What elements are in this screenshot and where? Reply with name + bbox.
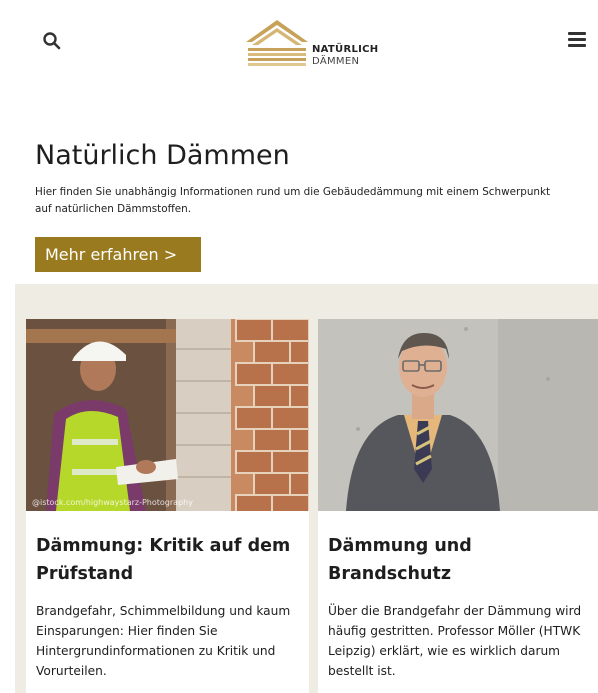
card-description: Brandgefahr, Schimmelbildung und kaum Ei… (36, 604, 291, 678)
card-description: Über die Brandgefahr der Dämmung wird hä… (328, 604, 582, 678)
card-title[interactable]: Dämmung: Kritik auf dem Prüfstand (36, 532, 294, 588)
logo-text-daemmen: DÄMMEN (312, 56, 360, 67)
site-header: NATÜRLICH DÄMMEN (15, 12, 598, 82)
logo-roof-icon (246, 20, 308, 66)
learn-more-button[interactable]: Mehr erfahren > (35, 237, 201, 272)
page-title: Natürlich Dämmen (35, 140, 290, 171)
hero-section: Natürlich Dämmen Hier finden Sie unabhän… (35, 138, 575, 218)
site-logo[interactable]: NATÜRLICH DÄMMEN (244, 18, 404, 72)
card-title[interactable]: Dämmung und Brandschutz (328, 532, 586, 588)
hamburger-menu-icon[interactable] (565, 28, 589, 50)
card-image-worker[interactable]: @istock.com/highwaystarz-Photography (26, 319, 309, 511)
hero-description: Hier finden Sie unabhängig Informationen… (35, 186, 551, 215)
logo-text-natuerlich: NATÜRLICH (312, 44, 379, 55)
page-frame: NATÜRLICH DÄMMEN Natürlich Dämmen Hier f… (15, 12, 598, 693)
article-card-brandschutz[interactable]: Dämmung und Brandschutz Über die Brandge… (318, 319, 598, 693)
image-credit: @istock.com/highwaystarz-Photography (32, 498, 193, 507)
search-icon[interactable] (41, 30, 63, 52)
article-card-kritik[interactable]: @istock.com/highwaystarz-Photography Däm… (26, 319, 309, 693)
card-image-professor[interactable] (318, 319, 598, 511)
